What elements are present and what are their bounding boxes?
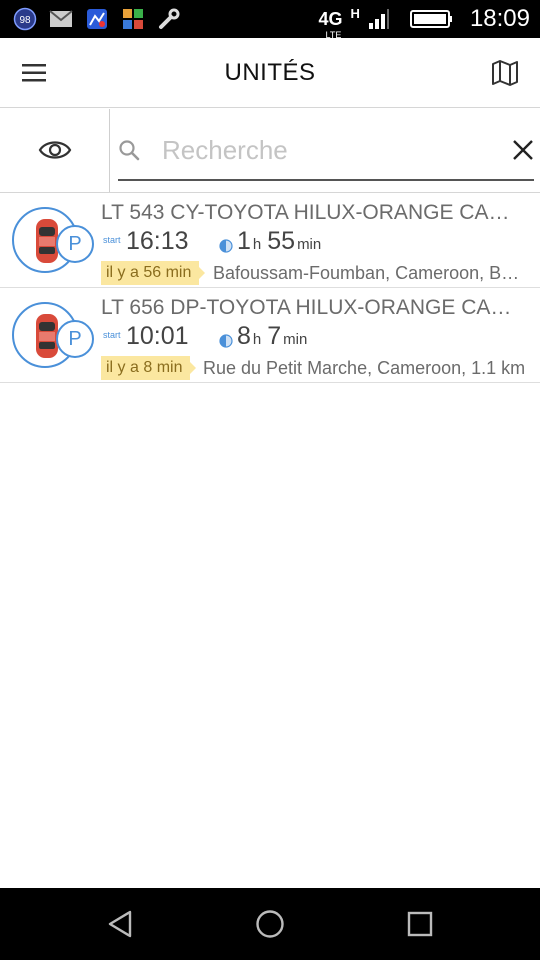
- parking-duration: 8 h 7 min: [237, 322, 307, 351]
- gmail-icon: [48, 6, 74, 32]
- signal-icon: [368, 9, 389, 29]
- parking-duration: 1 h 55 min: [237, 227, 321, 256]
- duration-minutes: 7: [267, 322, 282, 350]
- start-label: start: [103, 330, 121, 340]
- search-icon: [119, 140, 140, 161]
- duration-minutes-unit: min: [297, 236, 322, 253]
- app-icon: [84, 6, 110, 32]
- app-bar: UNITÉS: [0, 38, 540, 108]
- unit-name: LT 656 DP-TOYOTA HILUX-ORANGE CAMEROON: [101, 296, 526, 319]
- notification-icons: 98: [12, 6, 182, 32]
- gallery-icon: [120, 6, 146, 32]
- notification-badge-count: 98: [19, 15, 31, 26]
- network-type: 4G LTE: [319, 10, 343, 40]
- parking-status-badge: P: [56, 225, 94, 263]
- signal-type-label: H: [350, 5, 360, 21]
- map-icon: [492, 60, 518, 86]
- duration-icon: [219, 239, 233, 253]
- status-clock: 18:09: [469, 5, 530, 32]
- recents-square-icon: [407, 911, 433, 937]
- start-label: start: [103, 235, 121, 245]
- visibility-toggle-button[interactable]: [0, 109, 110, 192]
- duration-minutes: 55: [267, 227, 296, 255]
- search-bar: [0, 109, 540, 193]
- start-time: 10:01: [126, 322, 189, 350]
- duration-hours: 8: [237, 322, 251, 350]
- unit-list-item[interactable]: P LT 543 CY-TOYOTA HILUX-ORANGE CAMEROON…: [0, 193, 540, 288]
- recents-button[interactable]: [399, 904, 441, 944]
- home-button[interactable]: [249, 904, 291, 944]
- page-title: UNITÉS: [224, 59, 316, 86]
- duration-icon: [219, 334, 233, 348]
- close-icon: [513, 140, 533, 160]
- last-update-badge: il y a 8 min: [101, 356, 197, 380]
- unit-address: Bafoussam-Foumban, Cameroon, Bafoussam: [213, 263, 528, 283]
- start-time: 16:13: [126, 227, 189, 255]
- parking-status-badge: P: [56, 320, 94, 358]
- back-triangle-icon: [108, 910, 132, 938]
- tools-icon: [156, 6, 182, 32]
- duration-hours: 1: [237, 227, 251, 255]
- system-nav-bar: [0, 888, 540, 960]
- eye-icon: [38, 141, 72, 159]
- home-circle-icon: [256, 910, 284, 938]
- unit-name: LT 543 CY-TOYOTA HILUX-ORANGE CAMEROON: [101, 201, 526, 224]
- duration-hours-unit: h: [252, 236, 262, 253]
- last-update-badge: il y a 56 min: [101, 261, 206, 285]
- status-bar: 98 4G LTE H 18:09: [0, 0, 540, 40]
- duration-minutes-unit: min: [283, 331, 308, 348]
- unit-address: Rue du Petit Marche, Cameroon, 1.1 km: [203, 358, 526, 378]
- unit-list-item[interactable]: P LT 656 DP-TOYOTA HILUX-ORANGE CAMEROON…: [0, 288, 540, 383]
- duration-hours-unit: h: [252, 331, 262, 348]
- search-field: [118, 123, 534, 181]
- search-input[interactable]: [162, 131, 492, 169]
- map-view-button[interactable]: [490, 58, 520, 88]
- back-button[interactable]: [99, 904, 141, 944]
- clear-search-button[interactable]: [512, 139, 534, 161]
- app-badge-icon: 98: [12, 6, 38, 32]
- battery-icon: [409, 10, 452, 28]
